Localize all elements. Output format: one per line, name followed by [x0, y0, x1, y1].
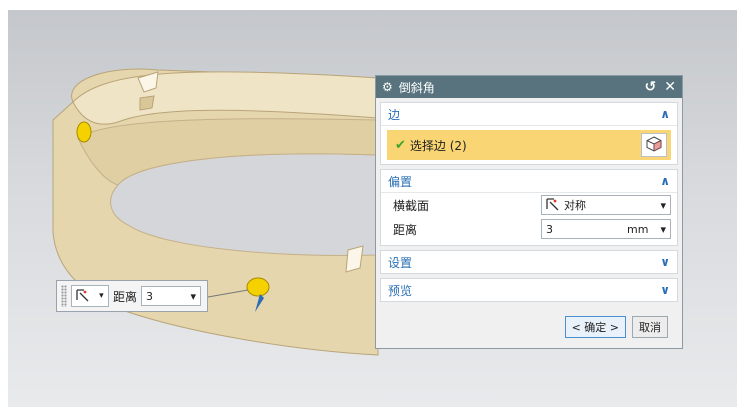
- chevron-down-icon: ∨: [660, 283, 670, 297]
- cross-section-value: 对称: [564, 199, 586, 212]
- distance-value: 3: [146, 289, 154, 303]
- distance-label: 距离: [113, 289, 138, 304]
- chevron-down-icon: ▾: [660, 198, 666, 212]
- close-icon[interactable]: ✕: [664, 79, 676, 95]
- distance-label: 距离: [393, 222, 418, 237]
- cross-section-dropdown[interactable]: 对称 ▾: [541, 195, 671, 215]
- offset-section-header[interactable]: 偏置 ∧: [381, 170, 677, 193]
- reset-icon[interactable]: ↺: [645, 79, 657, 95]
- top-notch-inner: [139, 95, 155, 111]
- distance-input[interactable]: 3 ▾: [141, 286, 202, 306]
- edge-section-title: 边: [388, 107, 401, 122]
- distance-value: 3: [546, 222, 553, 236]
- cross-section-row: 横截面 对称 ▾: [381, 193, 677, 217]
- chamfer-symmetric-icon: [76, 288, 90, 305]
- cube-icon: [646, 135, 662, 155]
- cancel-button[interactable]: 取消: [632, 316, 668, 338]
- distance-row: 距离 3 mm ▾: [381, 217, 677, 241]
- ok-button[interactable]: < 确定 >: [564, 316, 626, 338]
- chamfer-dialog: ⚙ 倒斜角 ↺ ✕ 边 ∧ ✔ 选择边 (2) 偏置 ∧ 横截面 对称 ▾ 距离…: [375, 75, 683, 349]
- offset-section-title: 偏置: [388, 174, 413, 189]
- dialog-title: 倒斜角: [398, 80, 435, 95]
- edge-section: 边 ∧ ✔ 选择边 (2): [380, 102, 678, 165]
- chevron-up-icon: ∧: [660, 174, 670, 188]
- floating-distance-toolbar: ▾ 距离 3 ▾: [56, 280, 208, 312]
- chevron-down-icon: ▾: [99, 291, 104, 301]
- chevron-down-icon: ▾: [660, 222, 666, 236]
- select-edge-button[interactable]: [641, 133, 667, 157]
- chevron-up-icon: ∧: [660, 107, 670, 121]
- select-edge-row[interactable]: ✔ 选择边 (2): [387, 130, 671, 160]
- settings-section-header[interactable]: 设置 ∨: [381, 251, 677, 273]
- dialog-titlebar[interactable]: ⚙ 倒斜角 ↺ ✕: [376, 76, 682, 98]
- preview-section: 预览 ∨: [380, 278, 678, 302]
- cross-section-label: 横截面: [393, 198, 430, 213]
- dialog-footer: < 确定 > 取消: [564, 316, 668, 338]
- chamfer-type-dropdown[interactable]: ▾: [71, 285, 109, 307]
- offset-section: 偏置 ∧ 横截面 对称 ▾ 距离 3 mm ▾: [380, 169, 678, 246]
- chevron-down-icon: ∨: [660, 255, 670, 269]
- select-edge-label: 选择边 (2): [409, 138, 467, 153]
- check-icon: ✔: [395, 137, 406, 153]
- edge-marker-left: [76, 121, 92, 143]
- distance-unit: mm: [627, 222, 649, 236]
- chevron-down-icon: ▾: [190, 289, 197, 303]
- settings-section-title: 设置: [388, 255, 413, 270]
- preview-section-header[interactable]: 预览 ∨: [381, 279, 677, 301]
- edge-marker-handle[interactable]: [246, 277, 270, 297]
- toolbar-grip-icon[interactable]: [61, 285, 67, 307]
- side-notch: [345, 245, 364, 273]
- gear-icon[interactable]: ⚙: [382, 80, 393, 94]
- chamfer-symmetric-icon: [546, 197, 560, 214]
- settings-section: 设置 ∨: [380, 250, 678, 274]
- distance-input[interactable]: 3 mm ▾: [541, 219, 671, 239]
- preview-section-title: 预览: [388, 283, 413, 298]
- edge-section-header[interactable]: 边 ∧: [381, 103, 677, 126]
